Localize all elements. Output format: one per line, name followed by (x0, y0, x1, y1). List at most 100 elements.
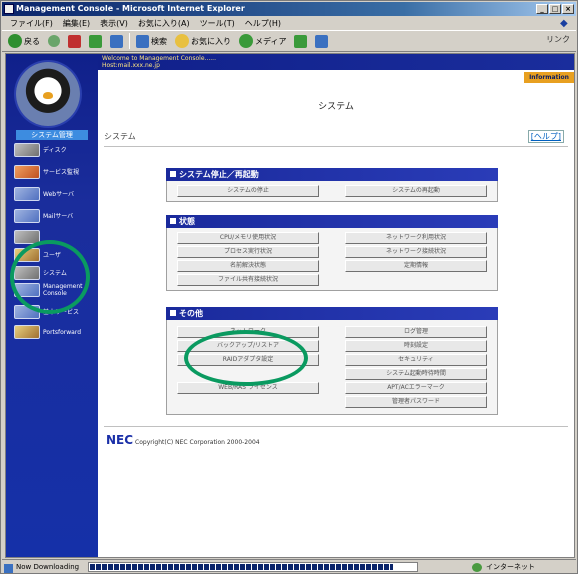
grid-spacer (177, 396, 319, 408)
network-usage-button[interactable]: ネットワーク利用状況 (345, 232, 487, 244)
page-title: システム (318, 102, 354, 112)
section-stop-restart: システム停止／再起動 システムの停止 システムの再起動 (166, 168, 498, 202)
network-connection-button[interactable]: ネットワーク接続状況 (345, 246, 487, 258)
media-button[interactable]: メディア (237, 32, 288, 50)
grid-spacer (177, 368, 319, 380)
window-controls: _ □ × (536, 4, 574, 14)
sidebar-item-label: システム (43, 269, 67, 277)
divider (104, 146, 568, 147)
sidebar-item-system[interactable]: システム (14, 265, 67, 281)
mail-button[interactable] (313, 32, 330, 50)
periodic-info-button[interactable]: 定期情報 (345, 260, 487, 272)
window-title: Management Console - Microsoft Internet … (16, 4, 245, 13)
section-title-text: 状態 (179, 217, 195, 226)
favorites-button[interactable]: お気に入り (173, 32, 233, 50)
admin-password-button[interactable]: 管理者パスワード (345, 396, 487, 408)
status-text: Now Downloading (2, 563, 84, 573)
progress-fill (90, 563, 393, 570)
menu-edit[interactable]: 編集(E) (61, 18, 92, 29)
main-header: Welcome to Management Console...... Host… (98, 54, 574, 70)
menu-tools[interactable]: ツール(T) (198, 18, 237, 29)
menu-view[interactable]: 表示(V) (98, 18, 130, 29)
section-title-text: システム停止／再起動 (179, 170, 259, 179)
sidebar-item-disk[interactable]: ディスク (14, 142, 67, 158)
web-ras-license-button[interactable]: WEB/RAS ライセンス (177, 382, 319, 394)
breadcrumb-text: システム (104, 132, 136, 141)
boot-wait-time-button[interactable]: システム起動時待時間 (345, 368, 487, 380)
back-arrow-icon (8, 34, 22, 48)
mail-icon (315, 34, 329, 48)
security-zone: インターネット (472, 562, 535, 572)
basic-service-icon (14, 305, 40, 319)
status-bar: Now Downloading インターネット (2, 559, 576, 573)
media-label: メディア (255, 36, 287, 46)
page-viewport: システム管理 ディスク サービス監視 Webサーバ Mailサーバ ユーザ シス… (5, 53, 575, 558)
forward-button[interactable] (46, 32, 62, 50)
dns-icon (14, 230, 40, 244)
sidebar-item-management-console[interactable]: Management Console (14, 282, 83, 298)
information-badge[interactable]: Information (524, 72, 574, 83)
menu-file[interactable]: ファイル(F) (8, 18, 55, 29)
sidebar-item-label: Portsforward (43, 328, 82, 336)
sidebar-item-web-server[interactable]: Webサーバ (14, 186, 74, 202)
time-settings-button[interactable]: 時刻設定 (345, 340, 487, 352)
process-status-button[interactable]: プロセス実行状況 (177, 246, 319, 258)
web-server-icon (14, 187, 40, 201)
sidebar-item-dns[interactable] (14, 229, 43, 245)
menu-help[interactable]: ヘルプ(H) (243, 18, 283, 29)
forward-arrow-icon (48, 35, 60, 47)
section-body: CPU/メモリ使用状況 ネットワーク利用状況 プロセス実行状況 ネットワーク接続… (166, 228, 498, 291)
section-status: 状態 CPU/メモリ使用状況 ネットワーク利用状況 プロセス実行状況 ネットワー… (166, 215, 498, 291)
apt-ac-error-button[interactable]: APT/ACエラーマーク (345, 382, 487, 394)
footer: NEC Copyright(C) NEC Corporation 2000-20… (106, 433, 260, 447)
system-icon (14, 266, 40, 280)
search-button[interactable]: 検索 (134, 32, 169, 50)
search-icon (136, 34, 149, 48)
welcome-text: Welcome to Management Console...... (102, 55, 216, 62)
square-bullet-icon (170, 170, 176, 177)
refresh-icon (89, 34, 102, 48)
sidebar-active-item[interactable]: システム管理 (16, 130, 88, 140)
stop-button[interactable] (66, 32, 83, 50)
network-button[interactable]: ネットワーク (177, 326, 319, 338)
home-button[interactable] (108, 32, 125, 50)
minimize-button[interactable]: _ (536, 4, 548, 14)
maximize-button[interactable]: □ (549, 4, 561, 14)
sidebar-item-basic-service[interactable]: 基本サービス (14, 304, 79, 320)
system-stop-button[interactable]: システムの停止 (177, 185, 319, 197)
sidebar-item-service-monitor[interactable]: サービス監視 (14, 164, 79, 180)
breadcrumb: システム [ヘルプ] (104, 130, 568, 144)
system-restart-button[interactable]: システムの再起動 (345, 185, 487, 197)
sidebar-item-portsforward[interactable]: Portsforward (14, 324, 81, 340)
log-management-button[interactable]: ログ管理 (345, 326, 487, 338)
backup-restore-button[interactable]: バックアップ/リストア (177, 340, 319, 352)
close-button[interactable]: × (562, 4, 574, 14)
sidebar-item-label: Mailサーバ (43, 212, 74, 220)
sidebar-item-label: Webサーバ (43, 190, 75, 198)
sidebar: システム管理 ディスク サービス監視 Webサーバ Mailサーバ ユーザ シス… (6, 54, 98, 557)
section-body: ネットワーク ログ管理 バックアップ/リストア 時刻設定 RAIDアダプタ設定 … (166, 320, 498, 415)
copyright-text: Copyright(C) NEC Corporation 2000-2004 (135, 439, 260, 446)
menu-favorites[interactable]: お気に入り(A) (136, 18, 192, 29)
refresh-button[interactable] (87, 32, 104, 50)
section-body: システムの停止 システムの再起動 (166, 181, 498, 202)
back-button[interactable]: 戻る (6, 32, 42, 50)
toolbar-separator (129, 33, 130, 49)
links-label[interactable]: リンク (546, 34, 570, 45)
history-button[interactable] (292, 32, 309, 50)
section-title: システム停止／再起動 (166, 168, 498, 181)
file-share-status-button[interactable]: ファイル共有接続状況 (177, 274, 319, 286)
user-icon (14, 248, 40, 262)
help-link[interactable]: [ヘルプ] (527, 130, 564, 143)
sidebar-item-mail-server[interactable]: Mailサーバ (14, 208, 73, 224)
penguin-logo-icon (16, 62, 80, 126)
title-bar: Management Console - Microsoft Internet … (2, 2, 576, 16)
security-button[interactable]: セキュリティ (345, 354, 487, 366)
sidebar-item-user[interactable]: ユーザ (14, 247, 61, 263)
sidebar-item-label: サービス監視 (43, 168, 80, 176)
mail-server-icon (14, 209, 40, 223)
cpu-memory-usage-button[interactable]: CPU/メモリ使用状況 (177, 232, 319, 244)
name-resolution-button[interactable]: 名前解決状態 (177, 260, 319, 272)
raid-adapter-button[interactable]: RAIDアダプタ設定 (177, 354, 319, 366)
management-console-icon (14, 283, 40, 297)
